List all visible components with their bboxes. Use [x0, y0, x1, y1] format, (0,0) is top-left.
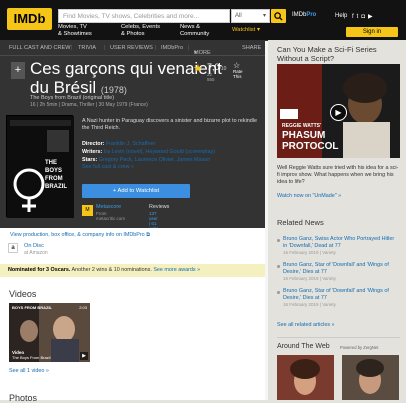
subnav-full-cast[interactable]: FULL CAST AND CREW	[9, 45, 71, 51]
news-item[interactable]: Bruno Ganz, Swiss Actor Who Portrayed Hi…	[283, 236, 398, 249]
add-to-watchlist-ribbon[interactable]: +	[11, 62, 25, 79]
at-amazon: at Amazon	[24, 250, 48, 256]
subnav-trivia[interactable]: TRIVIA	[78, 45, 96, 51]
movie-poster[interactable]: THE BOYS FROM BRAZIL	[6, 115, 74, 218]
original-title: The Boys from Brazil (original title)	[30, 95, 115, 101]
nav-movies-tv[interactable]: Movies, TV & Showtimes	[58, 24, 92, 37]
svg-text:BRAZIL: BRAZIL	[45, 184, 67, 190]
imdb-logo[interactable]: IMDb	[7, 8, 52, 30]
news-meta: 16 February 2019 | Variety	[283, 302, 336, 307]
news-item[interactable]: Bruno Ganz, Star of 'Downfall' and 'Wing…	[283, 262, 398, 275]
see-all-videos-link[interactable]: See all 1 video »	[9, 368, 49, 374]
chevron-down-icon: ▾	[194, 50, 197, 56]
news-meta: 16 February 2019 | Variety	[283, 276, 336, 281]
rating-count: 22 555	[207, 72, 215, 82]
play-icon[interactable]: ▶	[80, 352, 88, 360]
nav-news-community[interactable]: News & Community	[180, 24, 209, 37]
news-item[interactable]: Bruno Ganz, Star of 'Downfall' and 'Wing…	[283, 288, 398, 301]
stars-link[interactable]: Gregory Peck, Laurence Olivier, James Ma…	[99, 157, 210, 163]
subnav-imdbpro[interactable]: IMDbPro	[161, 45, 183, 51]
related-news-heading: Related News	[277, 218, 324, 227]
imdbpro-link[interactable]: IMDbPro	[292, 12, 316, 18]
scrollbar[interactable]	[265, 41, 268, 400]
see-more-awards-link[interactable]: See more awards »	[153, 267, 200, 273]
plot-summary: A Nazi hunter in Paraguay discovers a si…	[82, 118, 257, 131]
video-logo: BOYS FROM BRAZIL	[12, 305, 52, 310]
ad-thumbnail[interactable]	[277, 355, 334, 400]
nav-celebs[interactable]: Celebs, Events & Photos	[121, 24, 160, 37]
promo-watch-link[interactable]: Watch now on "UnMade" »	[277, 193, 341, 199]
news-meta: 16 February 2019 | Variety	[283, 250, 336, 255]
promo-video[interactable]: REGGIE WATTS' PHASUM PROTOCOL ▶	[277, 64, 400, 158]
writers-link[interactable]: Ira Levin (novel), Heywood Gould (screen…	[104, 149, 215, 155]
promo-title[interactable]: Can You Make a Sci-Fi Series Without a S…	[277, 45, 400, 63]
metascore-source: From metacritic.com	[96, 211, 126, 221]
video-caption: The Boys From Brazil	[12, 355, 51, 360]
help-link[interactable]: Help	[335, 13, 347, 19]
powered-by: Powered by ZergNet	[340, 345, 379, 350]
director-credit: Director: Franklin J. Schaffner	[82, 141, 156, 147]
nav-watchlist[interactable]: Watchlist ▾	[232, 27, 260, 34]
divider	[277, 337, 400, 338]
rate-this-button[interactable]: ☆ Rate This	[233, 62, 243, 80]
on-disc-link[interactable]: On Disc	[24, 243, 44, 249]
stars-credit: Stars: Gregory Peck, Laurence Olivier, J…	[82, 157, 211, 163]
social-icons[interactable]: ft◘▶	[352, 13, 376, 20]
ad-image	[342, 355, 399, 400]
svg-text:THE: THE	[45, 160, 57, 166]
star-icon: ★	[193, 63, 203, 75]
videos-heading: Videos	[9, 289, 37, 299]
around-web-heading: Around The Web	[277, 343, 330, 350]
add-to-watchlist-button[interactable]: + Add to Watchlist	[82, 184, 190, 198]
video-thumbnail[interactable]: BOYS FROM BRAZIL 2:03 Video The Boys Fro…	[9, 303, 90, 362]
search-icon	[274, 12, 283, 21]
title-meta: 16 | 2h 5min | Drama, Thriller | 30 May …	[30, 102, 148, 108]
sign-in-button[interactable]: Sign in	[346, 27, 398, 37]
ad-image	[277, 355, 334, 400]
search-category-select[interactable]: All	[231, 9, 270, 23]
external-link-icon: ⧉	[146, 232, 150, 238]
ad-thumbnail[interactable]	[342, 355, 399, 400]
metascore-badge[interactable]: M	[82, 205, 93, 216]
promo-description: Well Reggie Watts sure tried with his id…	[277, 165, 399, 185]
search-input[interactable]: Find Movies, TV shows, Celebrities and m…	[58, 9, 230, 23]
reviews-label: Reviews	[149, 204, 170, 210]
instagram-icon[interactable]: ◘	[361, 14, 368, 20]
see-full-cast-link[interactable]: See full cast & crew »	[82, 164, 134, 170]
imdbpro-production-link[interactable]: View production, box office, & company i…	[10, 232, 150, 239]
youtube-icon[interactable]: ▶	[368, 14, 376, 20]
director-link[interactable]: Franklin J. Schaffner	[106, 141, 155, 147]
share-button[interactable]: SHARE	[242, 45, 261, 51]
photos-heading: Photos	[9, 393, 38, 403]
rating-value: 7,0/10	[207, 62, 227, 72]
title-subnav: FULL CAST AND CREW | TRIVIA | USER REVIE…	[0, 40, 268, 56]
poster-art: THE BOYS FROM BRAZIL	[7, 116, 74, 218]
svg-text:FROM: FROM	[45, 176, 63, 182]
subnav-user-reviews[interactable]: USER REVIEWS	[110, 45, 153, 51]
metascore-link[interactable]: Metascore	[96, 204, 121, 210]
play-icon[interactable]: ▶	[330, 104, 347, 121]
svg-text:BOYS: BOYS	[45, 168, 62, 174]
video-duration: 2:03	[79, 305, 87, 310]
see-all-articles-link[interactable]: See all related articles »	[277, 322, 335, 328]
amazon-icon: a	[8, 243, 18, 253]
awards-bar: Nominated for 3 Oscars. Another 2 wins &…	[0, 264, 268, 277]
writers-credit: Writers: Ira Levin (novel), Heywood Goul…	[82, 149, 215, 155]
search-button[interactable]	[271, 9, 286, 23]
promo-badge	[280, 109, 298, 119]
chevron-down-icon: ▾	[256, 27, 260, 33]
